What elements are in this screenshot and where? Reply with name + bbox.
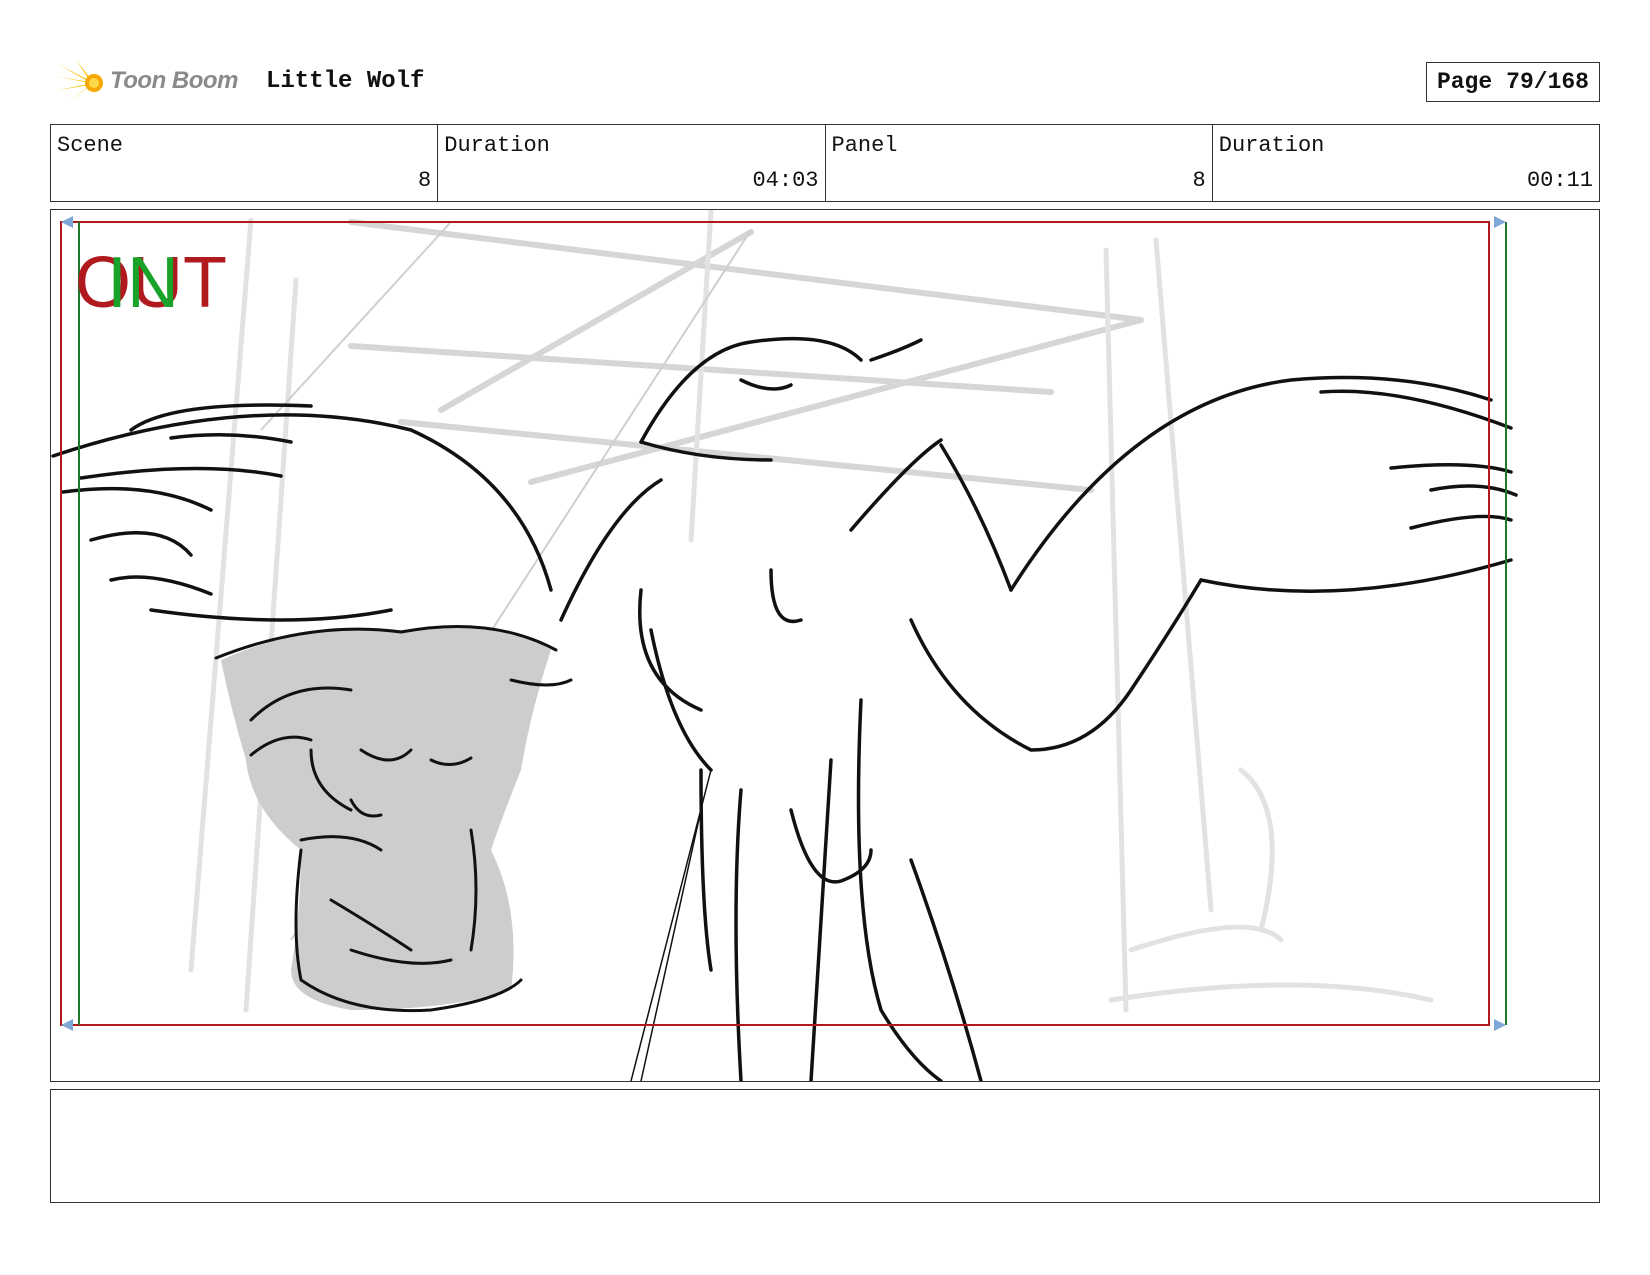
child-sketch xyxy=(214,624,573,1013)
in-marker: IN xyxy=(107,243,179,323)
storyboard-header: Toon Boom Little Wolf Page 79/168 xyxy=(50,58,1600,108)
page-number: 79/168 xyxy=(1506,69,1589,95)
scene-info-table: Scene 8 Duration 04:03 Panel 8 Duration … xyxy=(50,124,1600,202)
storyboard-panel: OUT IN xyxy=(50,209,1600,1082)
scene-duration-cell: Duration 04:03 xyxy=(438,125,826,201)
page-label: Page xyxy=(1436,69,1493,95)
brand-wordmark: Toon Boom xyxy=(110,67,238,94)
panel-drawing: OUT IN xyxy=(51,210,1518,1081)
sunburst-icon xyxy=(56,60,103,104)
scene-number: 8 xyxy=(418,168,432,193)
scene-duration-value: 04:03 xyxy=(752,168,819,193)
left-wing-sketch xyxy=(51,403,553,622)
project-title: Little Wolf xyxy=(266,68,425,95)
scene-label: Scene xyxy=(57,133,124,158)
panel-duration-value: 00:11 xyxy=(1526,168,1593,193)
panel-cell: Panel 8 xyxy=(826,125,1213,201)
panel-duration-cell: Duration 00:11 xyxy=(1213,125,1599,201)
background-sketch xyxy=(348,219,1144,493)
panel-label: Panel xyxy=(831,133,898,158)
panel-duration-label: Duration xyxy=(1218,133,1325,158)
scene-cell: Scene 8 xyxy=(51,125,439,201)
panel-notes-box[interactable] xyxy=(50,1089,1600,1203)
scene-duration-label: Duration xyxy=(444,133,550,158)
out-frame-border xyxy=(60,221,1490,1026)
toon-boom-logo: Toon Boom xyxy=(54,58,254,108)
panel-number: 8 xyxy=(1192,168,1206,193)
page-indicator: Page 79/168 xyxy=(1425,62,1600,102)
